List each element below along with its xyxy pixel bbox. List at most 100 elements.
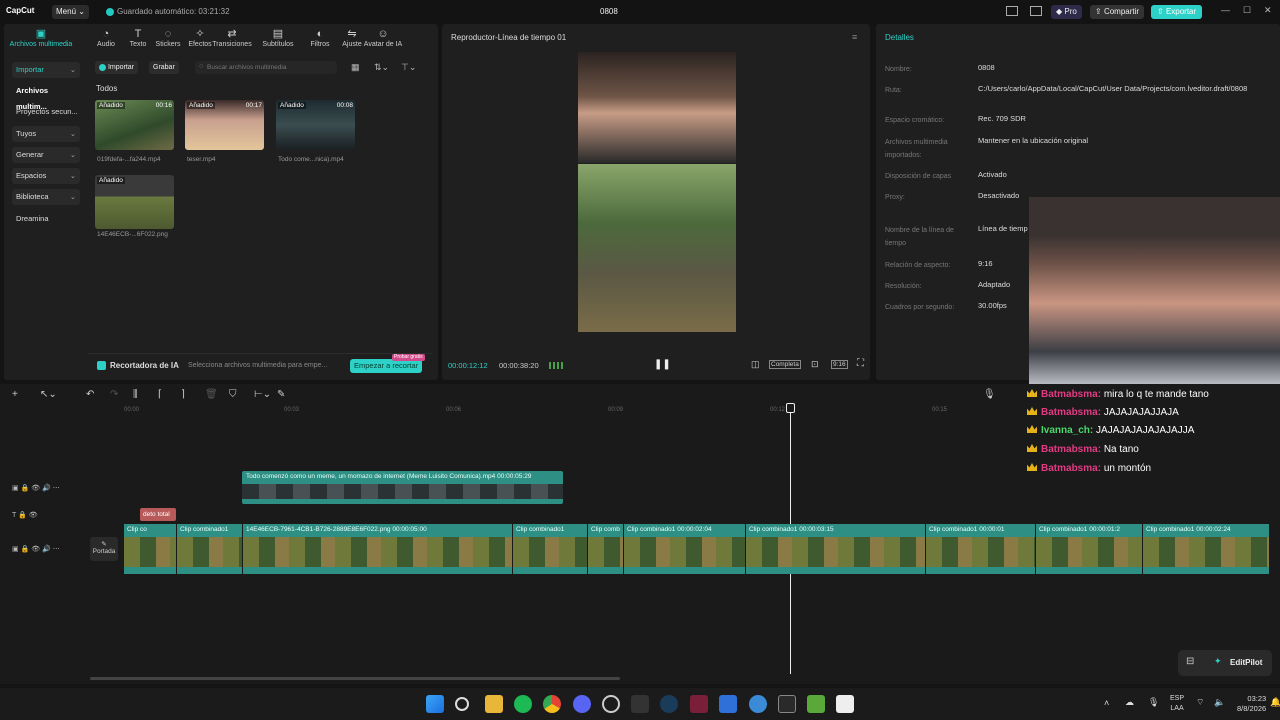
tray-expand-icon[interactable]: ˄ (1104, 698, 1109, 708)
project-title[interactable]: 0808 (600, 7, 618, 16)
sort-icon[interactable]: ⇅⌄ (374, 62, 389, 73)
main-clip[interactable]: Clip combinado1 (177, 524, 243, 574)
track-controls-text[interactable]: T 🔒 👁 (12, 511, 38, 519)
volume-icon[interactable]: 🔈 (1214, 697, 1225, 708)
shortcut-icon[interactable] (1030, 6, 1042, 16)
fullscreen-icon[interactable]: ⛶ (857, 358, 864, 369)
marker-icon[interactable]: ⛉ (229, 389, 237, 400)
capcut-taskbar-icon[interactable] (836, 695, 854, 713)
media-item[interactable]: Añadido (95, 175, 174, 229)
notifications-icon[interactable]: 🔔 (1270, 697, 1280, 708)
start-cut-button[interactable]: Empezar a recortar (350, 359, 423, 373)
sidebar-item[interactable]: Archivos multim... (12, 83, 80, 111)
editpilot-button[interactable]: EditPilot (1230, 658, 1262, 667)
discord-icon[interactable] (573, 695, 591, 713)
edit-icon[interactable]: ✎ (277, 389, 285, 400)
file-explorer-icon[interactable] (485, 695, 503, 713)
minecraft-icon[interactable] (807, 695, 825, 713)
sidebar-item[interactable]: Proyectos secun... (12, 104, 80, 120)
toolbar-transitions[interactable]: ⇄ Transiciones (210, 28, 254, 48)
pause-icon[interactable]: ❚❚ (654, 359, 671, 370)
full-quality-button[interactable]: Completa (769, 360, 801, 369)
select-tool-icon[interactable]: ↖⌄ (40, 389, 57, 400)
steam-icon[interactable] (660, 695, 678, 713)
layout-icon[interactable] (1006, 6, 1018, 16)
toolbar-label: Transiciones (212, 41, 252, 48)
cover-button[interactable]: ✎ Portada (90, 537, 118, 561)
media-item[interactable]: Añadido 00:16 (95, 100, 174, 150)
track-controls-main[interactable]: ▣ 🔒 👁 🔊 ⋯ (12, 545, 60, 553)
freeze-icon[interactable]: ⊢⌄ (254, 389, 271, 400)
menu-button[interactable]: Menú ⌄ (52, 5, 89, 19)
crop-icon[interactable]: ◫ (751, 359, 760, 370)
fit-icon[interactable]: ⊡ (811, 359, 819, 370)
detail-value: Activado (978, 170, 1007, 179)
clock[interactable]: 03:23 8/8/2026 (1237, 694, 1266, 714)
text-clip[interactable]: deto total (140, 508, 176, 521)
undo-icon[interactable]: ↶ (86, 389, 94, 400)
main-clip[interactable]: Clip combinado1 00:00:03:15 (746, 524, 926, 574)
crown-icon (1027, 425, 1037, 433)
overlay-clip[interactable]: Todo comenzó como un meme, un momazo de … (242, 471, 563, 504)
chrome-icon[interactable] (543, 695, 561, 713)
terminal-icon[interactable] (778, 695, 796, 713)
editpilot-icon: ✦ (1214, 656, 1222, 666)
media-item[interactable]: Añadido 00:17 (185, 100, 264, 150)
main-clip-frames (746, 537, 925, 567)
media-name: 019fdefa-...fa244.mp4 (97, 156, 161, 163)
share-button[interactable]: ⇪ Compartir (1090, 5, 1145, 19)
epic-games-icon[interactable] (631, 695, 649, 713)
media-duration: 00:17 (245, 102, 262, 109)
pro-button[interactable]: ◆ Pro (1051, 5, 1082, 19)
split-left-icon[interactable]: ⌈ (158, 389, 162, 400)
app-icon[interactable] (719, 695, 737, 713)
main-clip[interactable]: Clip co (124, 524, 177, 574)
wifi-icon[interactable]: ⌔ (1196, 697, 1204, 708)
tray-cloud-icon[interactable]: ☁ (1125, 697, 1134, 708)
timeline-scrollbar[interactable] (90, 677, 620, 680)
main-clip[interactable]: Clip combinado1 (513, 524, 588, 574)
chat-text: Na tano (1103, 444, 1139, 455)
close-icon[interactable]: ✕ (1264, 5, 1272, 16)
main-clip[interactable]: Clip comb (588, 524, 624, 574)
media-item[interactable]: Añadido 00:08 (276, 100, 355, 150)
spotify-icon[interactable] (514, 695, 532, 713)
obs-icon[interactable] (602, 695, 620, 713)
main-clip[interactable]: Clip combinado1 00:00:01 (926, 524, 1036, 574)
main-clip[interactable]: Clip combinado1 00:00:01:2 (1036, 524, 1143, 574)
playhead-handle[interactable] (786, 403, 795, 413)
tray-mic-icon[interactable]: 🎙 (1148, 697, 1159, 708)
toolbar-subtitles[interactable]: ▤ Subtítulos (256, 28, 300, 48)
sidebar-item[interactable]: Dreamina (12, 211, 80, 227)
ratio-button[interactable]: 9:16 (831, 360, 848, 369)
add-track-icon[interactable]: + (12, 389, 18, 400)
mic-icon[interactable]: 🎙 (983, 389, 996, 400)
split-icon[interactable]: ⫼ (133, 389, 138, 400)
search-input[interactable]: Buscar archivos multimedia (195, 61, 337, 74)
redo-icon[interactable]: ↷ (110, 389, 118, 400)
import-button[interactable]: Importar (95, 61, 139, 74)
export-button[interactable]: ⇧ Exportar (1151, 5, 1203, 19)
windows-start-icon[interactable] (426, 695, 444, 713)
browser-icon[interactable] (749, 695, 767, 713)
split-right-icon[interactable]: ⌉ (181, 389, 185, 400)
main-clip[interactable]: Clip combinado1 00:00:02:24 (1143, 524, 1270, 574)
track-controls-video[interactable]: ▣ 🔒 👁 🔊 ⋯ (12, 484, 60, 492)
toolbar-avatar[interactable]: ☺ Avatar de IA (361, 28, 405, 48)
player-menu-icon[interactable]: ≡ (852, 32, 857, 42)
record-button[interactable]: Grabar (149, 61, 179, 74)
maximize-icon[interactable]: ☐ (1243, 5, 1251, 16)
language-indicator[interactable]: ESP LAA (1170, 694, 1184, 714)
minimize-icon[interactable]: — (1221, 5, 1230, 15)
delete-icon[interactable]: 🗑 (205, 389, 218, 400)
search-taskbar-icon[interactable] (455, 697, 469, 711)
valorant-icon[interactable] (690, 695, 708, 713)
main-clip[interactable]: 14E46ECB-7961-4CB1-B726-2889E8E6F022.png… (243, 524, 513, 574)
filter-icon[interactable]: ⊤⌄ (401, 62, 416, 73)
detail-value: Línea de tiemp (978, 224, 1028, 233)
main-clip[interactable]: Clip combinado1 00:00:02:04 (624, 524, 746, 574)
feedback-icon[interactable]: ⊟ (1186, 656, 1194, 667)
chat-username: Batmabsma: (1041, 407, 1102, 418)
view-grid-icon[interactable]: ▦ (351, 62, 360, 73)
toolbar-media[interactable]: ▣ Archivos multimedia (6, 28, 76, 48)
